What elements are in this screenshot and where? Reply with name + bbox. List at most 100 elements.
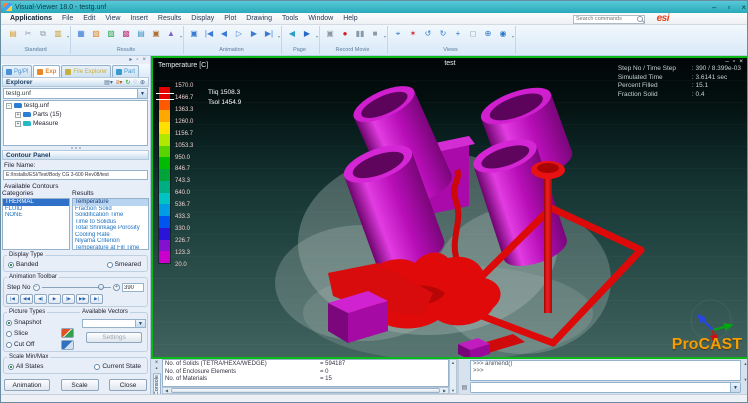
scale-minmax-radio[interactable]: All States [8,363,43,370]
toolbar-icon[interactable]: ▧ [90,27,102,40]
toolbar-icon[interactable]: ▷ [233,27,245,40]
toolbar-icon[interactable]: ⌖ [392,27,404,40]
panel-tab[interactable]: File Explorer [61,65,111,77]
menu-item[interactable]: View [100,15,125,22]
toolbar-icon[interactable]: ● [339,27,351,40]
panel-footer-button[interactable]: Close [109,379,147,391]
toolbar-icon[interactable]: ▣ [324,27,336,40]
chevron-down-icon[interactable]: ▼ [135,320,145,327]
vectors-combobox[interactable]: ▼ [82,319,146,328]
model-file-combobox[interactable]: testg.unf ▼ [3,88,148,99]
picture-type-radio-snapshot[interactable]: Snapshot [6,319,41,326]
panel-control-icon[interactable]: × [142,57,146,64]
tree-expander-icon[interactable]: + [15,112,21,118]
window-control-button[interactable]: ▫ [727,3,730,12]
search-input[interactable] [574,16,636,22]
toolbar-icon[interactable]: ▶| [263,27,275,40]
shell-command-input[interactable] [471,383,730,392]
toolbar-icon[interactable]: ▲ [165,27,177,40]
shell-panel-icon[interactable]: ▤ [459,359,470,394]
result-item[interactable]: Total Shrinkage Porosity [73,225,148,232]
playback-button[interactable]: |▶ [62,294,75,304]
step-value-input[interactable] [122,283,144,292]
toolbar-icon[interactable]: ↺ [422,27,434,40]
menu-item[interactable]: Help [338,15,362,22]
console-horizontal-scrollbar[interactable]: ◀▶ [162,387,449,394]
category-item[interactable]: NONE [3,212,69,219]
display-type-radio[interactable]: Banded [8,261,38,268]
panel-control-icon[interactable]: ▸ [129,57,132,64]
panel-footer-button[interactable]: Animation [4,379,50,391]
file-name-value[interactable]: E:/Installs/ESI/Test/Body CG 3-600 Rev08… [3,170,148,180]
slider-thumb[interactable] [98,284,104,290]
window-control-button[interactable]: × [741,3,746,12]
menu-item[interactable]: Applications [5,15,57,22]
console-pin-icon[interactable]: ▪ [155,366,157,372]
tree-node[interactable]: − testg.unf [4,101,147,110]
toolbar-icon[interactable]: ⧉ [37,27,49,40]
toolbar-icon[interactable]: ▶ [248,27,260,40]
toolbar-icon[interactable]: ◻ [467,27,479,40]
chevron-down-icon[interactable]: ▼ [137,89,147,98]
result-item[interactable]: Temperature at Fill Time [73,245,148,251]
menu-item[interactable]: File [57,15,78,22]
panel-footer-button[interactable]: Scale [61,379,99,391]
tree-node[interactable]: + Parts (15) [4,110,147,119]
slice-icon-button[interactable] [61,328,74,338]
toolbar-icon[interactable]: ⊕ [482,27,494,40]
step-slider[interactable] [42,287,112,288]
picture-type-radio-slice[interactable]: Slice [6,330,28,337]
toolbar-icon[interactable]: ◉ [497,27,509,40]
menu-item[interactable]: Tools [277,15,303,22]
window-control-button[interactable]: – [712,3,716,12]
toolbar-icon[interactable]: ■ [369,27,381,40]
toolbar-icon[interactable]: ✶ [407,27,419,40]
toolbar-icon[interactable]: ▨ [105,27,117,40]
panel-tab[interactable]: Part [112,65,139,77]
viewport-3d[interactable]: test –▫× Temperature [C] 1570.01466.7136… [151,56,748,359]
toolbar-icon[interactable]: ◀ [286,27,298,40]
explorer-toolbar-icon[interactable]: ▤▾ [104,79,113,86]
toolbar-icon[interactable]: + [452,27,464,40]
toolbar-icon[interactable]: |◀ [203,27,215,40]
scrollbar-thumb[interactable] [171,388,440,393]
toolbar-icon[interactable]: ▦ [75,27,87,40]
step-decrement-button[interactable]: − [33,284,40,291]
playback-button[interactable]: ◀◀ [20,294,33,304]
toolbar-icon[interactable]: ▤ [135,27,147,40]
toolbar-icon[interactable]: ▣ [188,27,200,40]
toolbar-icon[interactable]: ▮▮ [354,27,366,40]
toolbar-icon[interactable]: ↻ [437,27,449,40]
tree-node[interactable]: + Measure [4,119,147,128]
menu-item[interactable]: Edit [78,15,100,22]
chevron-down-icon[interactable]: ▼ [730,383,740,392]
cutoff-icon-button[interactable] [61,340,74,350]
explorer-toolbar-icon[interactable]: ≡▾ [116,79,123,86]
explorer-toolbar-icon[interactable]: ◌ [133,79,137,86]
panel-control-icon[interactable]: ▫ [136,57,138,64]
tree-expander-icon[interactable]: + [15,121,21,127]
menu-item[interactable]: Results [153,15,186,22]
explorer-toolbar-icon[interactable]: ↻ [125,79,130,86]
toolbar-icon[interactable]: ◀ [218,27,230,40]
toolbar-icon[interactable]: ▶ [301,27,313,40]
toolbar-icon[interactable]: ▤ [7,27,19,40]
menu-item[interactable]: Window [303,15,338,22]
panel-tab[interactable]: Exp [33,65,60,77]
settings-button[interactable]: Settings [86,332,142,343]
toolbar-icon[interactable]: ▣ [150,27,162,40]
search-icon[interactable] [636,15,644,23]
scale-minmax-radio[interactable]: Current State [94,363,141,370]
picture-type-radio-cutoff[interactable]: Cut Off [6,341,34,348]
panel-tab[interactable]: Pg/Pl [2,65,32,77]
menu-item[interactable]: Insert [125,15,153,22]
playback-button[interactable]: ◀| [34,294,47,304]
menu-item[interactable]: Display [186,15,219,22]
step-increment-button[interactable]: + [113,284,120,291]
menu-item[interactable]: Plot [219,15,241,22]
explorer-toolbar-icon[interactable]: ⊕ [140,79,145,86]
playback-button[interactable]: ▶ [48,294,61,304]
display-type-radio[interactable]: Smeared [107,261,141,268]
playback-button[interactable]: ▶▶ [76,294,89,304]
shell-mini-scrollbar[interactable]: ▲▼ [742,359,748,394]
